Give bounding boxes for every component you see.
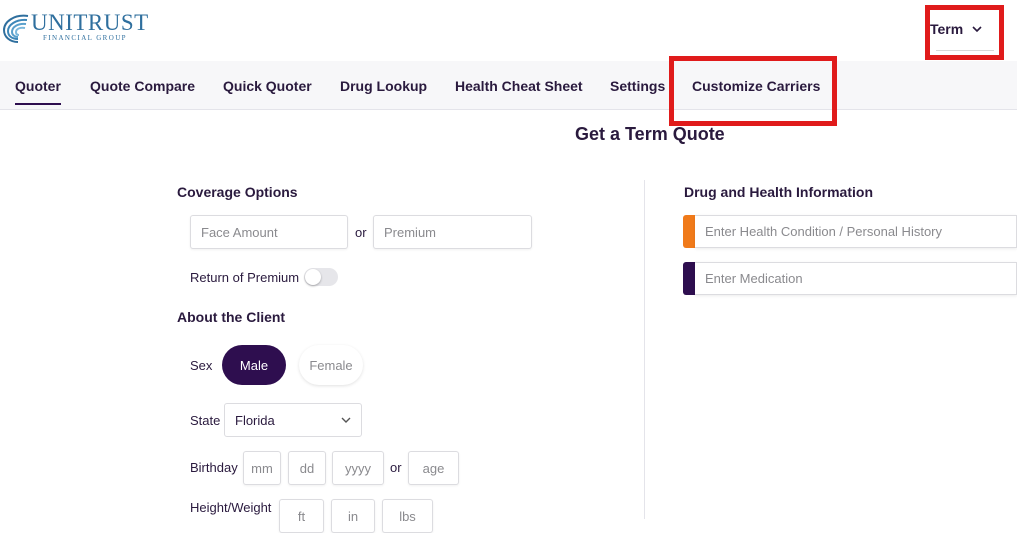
male-button[interactable]: Male <box>222 345 286 385</box>
globe-logo-icon <box>2 14 29 43</box>
age-input[interactable]: age <box>408 451 459 485</box>
birth-month-input[interactable]: mm <box>243 451 281 485</box>
weight-input[interactable]: lbs <box>382 499 433 533</box>
toggle-knob <box>305 269 321 285</box>
tab-health-cheat-sheet[interactable]: Health Cheat Sheet <box>455 61 583 109</box>
select-underline <box>936 50 994 51</box>
medication-input[interactable]: Enter Medication <box>695 262 1017 295</box>
face-amount-input[interactable]: Face Amount <box>190 215 348 249</box>
birthday-label: Birthday <box>190 460 238 475</box>
or-label-birthday: or <box>390 460 402 475</box>
tab-customize-carriers[interactable]: Customize Carriers <box>692 61 820 109</box>
medication-color-bar <box>683 262 695 295</box>
page-title: Get a Term Quote <box>575 124 725 144</box>
birth-year-input[interactable]: yyyy <box>332 451 384 485</box>
condition-color-bar <box>683 215 695 248</box>
main-nav: Quoter Quote Compare Quick Quoter Drug L… <box>0 61 1017 110</box>
tab-drug-lookup[interactable]: Drug Lookup <box>340 61 427 109</box>
tab-settings[interactable]: Settings <box>610 61 665 109</box>
return-of-premium-label: Return of Premium <box>190 270 300 285</box>
product-type-select[interactable]: Term <box>930 14 994 51</box>
height-weight-label: Height/Weight <box>190 500 272 515</box>
chevron-down-icon <box>341 417 351 423</box>
female-button[interactable]: Female <box>299 345 363 385</box>
height-inches-input[interactable]: in <box>331 499 375 533</box>
or-label: or <box>355 225 367 240</box>
column-divider <box>644 180 645 519</box>
coverage-options-heading: Coverage Options <box>177 184 298 200</box>
health-condition-input[interactable]: Enter Health Condition / Personal Histor… <box>695 215 1017 248</box>
unitrust-logo[interactable]: UNITRUST FINANCIAL GROUP <box>2 10 149 44</box>
tab-quick-quoter[interactable]: Quick Quoter <box>223 61 312 109</box>
return-of-premium-toggle[interactable] <box>304 268 338 286</box>
about-client-heading: About the Client <box>177 309 286 325</box>
sex-label: Sex <box>190 358 213 373</box>
product-type-value: Term <box>930 21 964 37</box>
state-value: Florida <box>235 412 275 428</box>
chevron-down-icon <box>972 25 982 32</box>
height-feet-input[interactable]: ft <box>279 499 324 533</box>
tab-quote-compare[interactable]: Quote Compare <box>90 61 195 109</box>
brand-subtitle: FINANCIAL GROUP <box>43 34 127 42</box>
state-select[interactable]: Florida <box>224 403 362 437</box>
drug-health-heading: Drug and Health Information <box>684 184 873 200</box>
tab-quoter[interactable]: Quoter <box>15 61 61 109</box>
state-label: State <box>190 413 221 428</box>
birth-day-input[interactable]: dd <box>288 451 326 485</box>
brand-name: UNITRUST <box>31 10 149 35</box>
premium-input[interactable]: Premium <box>373 215 532 249</box>
